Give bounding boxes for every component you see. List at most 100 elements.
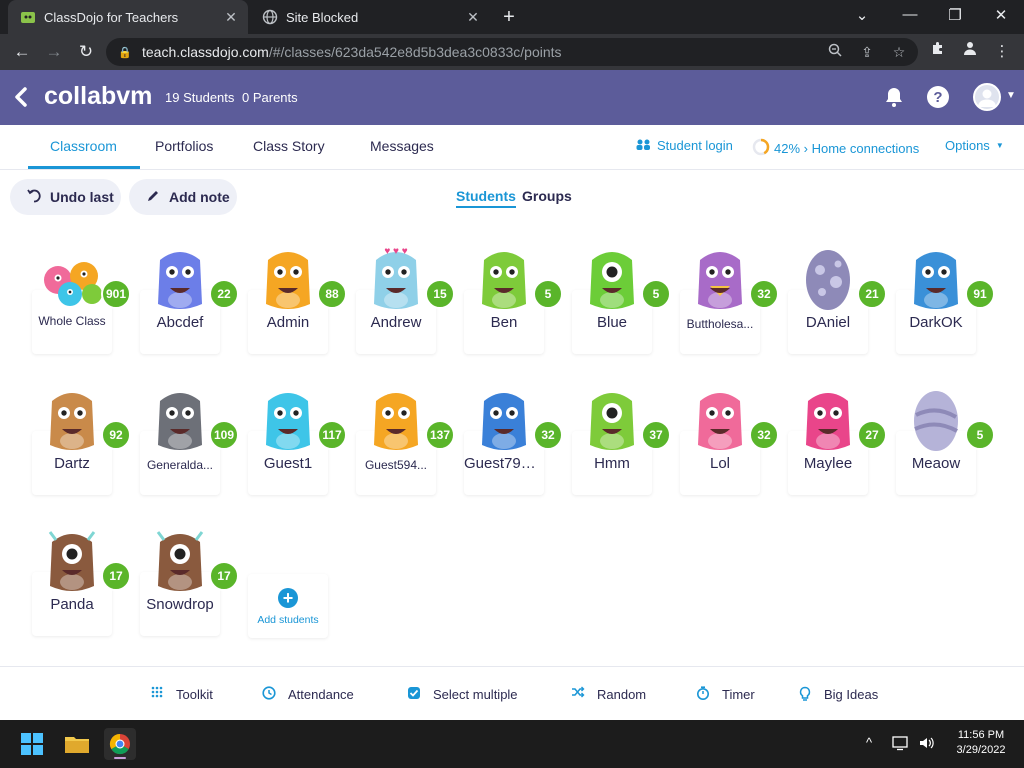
toolkit-label: Toolkit (176, 686, 213, 702)
tab-portfolios[interactable]: Portfolios (155, 138, 213, 154)
select-multiple-button[interactable]: Select multiple (405, 686, 518, 702)
lavender-egg-avatar-icon[interactable] (900, 385, 972, 453)
forward-arrow-icon[interactable]: → (42, 40, 66, 64)
blue-monster-avatar-icon[interactable] (900, 244, 972, 312)
orange-monster-avatar-icon[interactable] (252, 244, 324, 312)
back-arrow-icon[interactable]: ← (10, 40, 34, 64)
random-label: Random (597, 686, 647, 702)
undo-last-button[interactable]: Undo last (10, 179, 121, 215)
file-explorer-icon[interactable] (61, 728, 93, 760)
random-button[interactable]: Random (569, 686, 646, 702)
brown-cyclops-monster-avatar-icon[interactable] (144, 526, 216, 594)
tab-classroom[interactable]: Classroom (50, 138, 117, 154)
home-connections-link[interactable]: 42% › Home connections (752, 138, 919, 159)
student-name: Hmm (594, 455, 630, 472)
os-taskbar: ^ 11:56 PM 3/29/2022 (0, 720, 1024, 768)
back-chevron-icon[interactable] (12, 84, 30, 110)
reload-icon[interactable]: ↻ (74, 40, 98, 64)
orange-monster-avatar-icon[interactable] (360, 385, 432, 453)
network-icon[interactable] (892, 735, 910, 754)
big-ideas-label: Big Ideas (824, 686, 879, 702)
profile-icon[interactable] (958, 40, 982, 64)
add-note-button[interactable]: Add note (129, 179, 237, 215)
pencil-icon (145, 189, 161, 206)
caret-down-icon[interactable]: ▼ (1006, 90, 1016, 101)
view-groups-toggle[interactable]: Groups (522, 188, 572, 204)
magenta-monster-avatar-icon[interactable] (792, 385, 864, 453)
toolkit-button[interactable]: Toolkit (148, 686, 213, 702)
hamster-monster-avatar-icon[interactable] (36, 385, 108, 453)
windows-start-icon[interactable] (16, 728, 48, 760)
attendance-button[interactable]: Attendance (260, 686, 354, 702)
parents-count[interactable]: 0 Parents (242, 90, 298, 105)
close-window-icon[interactable]: ✕ (990, 6, 1012, 24)
points-badge: 21 (857, 279, 887, 309)
student-name: Abcdef (156, 314, 204, 331)
notifications-bell-icon[interactable] (882, 85, 906, 109)
bookmark-star-icon[interactable]: ☆ (886, 41, 912, 63)
url-bar[interactable]: 🔒 teach.classdojo.com/#/classes/623da542… (106, 38, 918, 66)
points-badge: 92 (101, 420, 131, 450)
help-icon[interactable]: ? (926, 85, 950, 109)
gray-monster-avatar-icon[interactable] (144, 385, 216, 453)
close-tab-icon[interactable]: ✕ (462, 9, 484, 26)
zoom-icon[interactable] (822, 41, 848, 63)
big-ideas-button[interactable]: Big Ideas (796, 686, 878, 702)
tab-search-icon[interactable]: ⌄ (851, 6, 873, 24)
student-name: Panda (50, 596, 94, 613)
share-icon[interactable]: ⇪ (854, 41, 880, 63)
active-tab-indicator (28, 166, 140, 169)
green-cyclops-monster-avatar-icon[interactable] (576, 385, 648, 453)
tab-messages[interactable]: Messages (370, 138, 434, 154)
clock-time: 11:56 PM (957, 729, 1005, 741)
browser-menu-icon[interactable]: ⋮ (990, 40, 1014, 64)
view-students-toggle[interactable]: Students (456, 188, 516, 208)
points-badge: 32 (533, 420, 563, 450)
tab-class-story[interactable]: Class Story (253, 138, 325, 154)
cyan-monster-avatar-icon[interactable] (252, 385, 324, 453)
timer-label: Timer (722, 686, 755, 702)
options-label: Options (945, 138, 990, 153)
close-tab-icon[interactable]: ✕ (220, 9, 242, 26)
teacher-avatar[interactable] (973, 83, 1001, 111)
minimize-icon[interactable]: — (899, 6, 921, 23)
plus-icon: + (278, 588, 298, 608)
browser-tab-classdojo[interactable]: ClassDojo for Teachers ✕ (8, 0, 248, 34)
purple-duck-monster-avatar-icon[interactable] (684, 244, 756, 312)
student-login-link[interactable]: Student login (636, 138, 733, 153)
system-clock[interactable]: 11:56 PM 3/29/2022 (944, 728, 1018, 758)
chrome-taskbar-icon[interactable] (104, 728, 136, 760)
party-monster-avatar-icon[interactable] (144, 244, 216, 312)
students-count[interactable]: 19 Students (165, 90, 234, 105)
add-note-label: Add note (169, 189, 230, 205)
browser-tab-site-blocked[interactable]: Site Blocked ✕ (250, 0, 490, 34)
attendance-label: Attendance (288, 686, 354, 702)
student-name: Buttholesa... (686, 317, 754, 331)
green-striped-monster-avatar-icon[interactable] (468, 244, 540, 312)
classdojo-favicon-icon (20, 9, 36, 25)
student-name: Dartz (54, 455, 90, 472)
points-badge: 5 (965, 420, 995, 450)
options-dropdown[interactable]: Options ▼ (945, 138, 1004, 153)
timer-button[interactable]: Timer (694, 686, 755, 702)
extensions-puzzle-icon[interactable] (926, 40, 950, 64)
points-badge: 88 (317, 279, 347, 309)
points-badge: 32 (749, 279, 779, 309)
add-students-button[interactable]: + Add students (248, 574, 328, 638)
tray-chevron-icon[interactable]: ^ (866, 735, 872, 750)
pink-monster-avatar-icon[interactable] (684, 385, 756, 453)
class-nav-tabs: Classroom Portfolios Class Story Message… (0, 125, 1024, 170)
blue-monster-avatar-icon[interactable] (468, 385, 540, 453)
student-name: Guest1 (263, 455, 313, 472)
brown-cyclops-monster-avatar-icon[interactable] (36, 526, 108, 594)
address-bar-row: ← → ↻ 🔒 teach.classdojo.com/#/classes/62… (0, 34, 1024, 70)
group-of-monsters-avatar-icon[interactable] (36, 244, 108, 312)
new-tab-button[interactable]: + (498, 6, 520, 28)
green-cyclops-monster-avatar-icon[interactable] (576, 244, 648, 312)
purple-egg-avatar-icon[interactable] (792, 244, 864, 312)
volume-icon[interactable] (918, 735, 936, 754)
love-monster-avatar-icon[interactable]: ♥ ♥ ♥ (360, 244, 432, 312)
restore-icon[interactable]: ❐ (944, 6, 966, 24)
student-name: Admin (266, 314, 310, 331)
globe-icon (262, 9, 278, 25)
